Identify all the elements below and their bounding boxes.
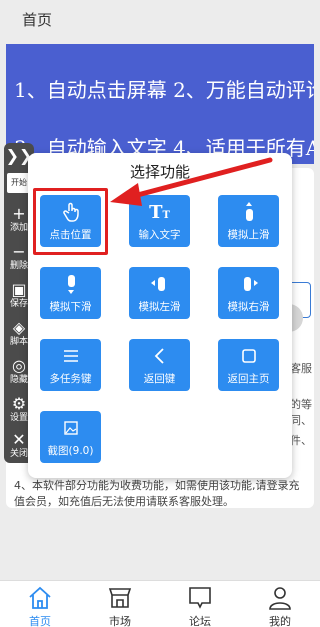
swipe-left-label: 模拟左滑 [138, 301, 181, 313]
back-key-button[interactable]: 返回键 [129, 339, 190, 391]
banner-line-1: 1、自动点击屏幕 2、万能自动评论 [14, 78, 314, 102]
home-key-button[interactable]: 返回主页 [218, 339, 279, 391]
promo-banner[interactable]: 1、自动点击屏幕 2、万能自动评论 3、自动输入文字 4、适用于所有APP [6, 44, 314, 164]
swipe-up-label: 模拟上滑 [227, 229, 270, 241]
top-header: 首页 [0, 0, 320, 38]
tab-market-label: 市场 [109, 615, 131, 627]
swipe-down-label: 模拟下滑 [49, 301, 92, 313]
shop-icon [108, 588, 132, 608]
input-text-label: 输入文字 [138, 229, 181, 241]
tab-home-label: 首页 [29, 615, 51, 627]
tab-mine-label: 我的 [269, 615, 291, 627]
bottom-tab-bar: 首页 市场 论坛 我的 [0, 580, 320, 627]
background-text-4: 件、 [290, 434, 312, 447]
forum-icon [189, 587, 211, 609]
screenshot-label: 截图(9.0) [47, 445, 94, 457]
screenshot-icon [40, 417, 101, 439]
multitask-label: 多任务键 [49, 373, 92, 385]
home-icon [29, 586, 51, 609]
page-title: 首页 [22, 11, 53, 29]
tab-market[interactable]: 市场 [80, 581, 160, 627]
swipe-right-label: 模拟右滑 [227, 301, 270, 313]
swipe-down-icon [40, 273, 101, 295]
tab-forum-label: 论坛 [189, 615, 211, 627]
swipe-left-button[interactable]: 模拟左滑 [129, 267, 190, 319]
tab-home[interactable]: 首页 [0, 581, 80, 627]
back-icon [129, 345, 190, 367]
tab-forum[interactable]: 论坛 [160, 581, 240, 627]
swipe-right-button[interactable]: 模拟右滑 [218, 267, 279, 319]
swipe-left-icon [129, 273, 190, 295]
highlight-box [33, 188, 108, 255]
background-text-2: 的等 [290, 398, 312, 411]
swipe-right-icon [218, 273, 279, 295]
home-key-label: 返回主页 [227, 373, 270, 385]
back-key-label: 返回键 [143, 373, 176, 385]
notice-text: 4、本软件部分功能为收费功能，如需使用该功能,请登录充值会员，如充值后无法使用请… [14, 479, 300, 508]
background-text-3: 同、 [290, 414, 312, 427]
tab-mine[interactable]: 我的 [240, 581, 320, 627]
menu-icon [40, 345, 101, 367]
swipe-down-button[interactable]: 模拟下滑 [40, 267, 101, 319]
screenshot-button[interactable]: 截图(9.0) [40, 411, 101, 463]
annotation-arrow-icon [110, 157, 273, 206]
multitask-button[interactable]: 多任务键 [40, 339, 101, 391]
home-square-icon [218, 345, 279, 367]
user-icon [269, 587, 291, 610]
background-text-1: 客服 [290, 362, 312, 375]
